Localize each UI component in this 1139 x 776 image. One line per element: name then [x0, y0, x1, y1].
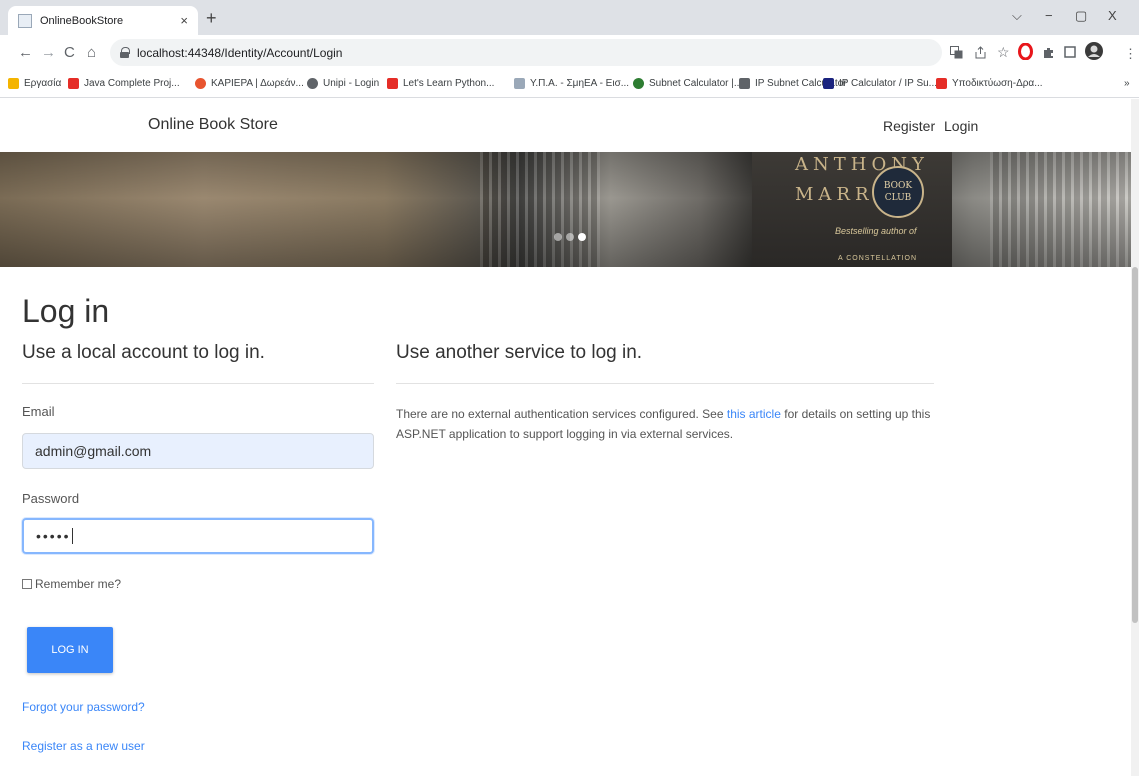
- browser-toolbar: ← → C ⌂ localhost:44348/Identity/Account…: [0, 35, 1139, 71]
- text-caret: [71, 528, 73, 544]
- extensions-icon[interactable]: [1042, 46, 1055, 62]
- bookmark-item[interactable]: Java Complete Proj...: [68, 78, 180, 89]
- profile-avatar-icon[interactable]: [1085, 42, 1103, 63]
- bookmark-label: Let's Learn Python...: [403, 78, 495, 89]
- seal-text: CLUB: [884, 193, 912, 203]
- globe-icon: [307, 78, 318, 89]
- divider: [396, 383, 934, 384]
- browser-tabstrip: OnlineBookStore × + ⌵ − ▢ X: [0, 0, 1139, 35]
- folder-icon: [8, 78, 19, 89]
- local-account-heading: Use a local account to log in.: [22, 342, 265, 363]
- brand-link[interactable]: Online Book Store: [148, 116, 278, 134]
- bookmark-label: Εργασία: [24, 78, 62, 89]
- address-bar[interactable]: localhost:44348/Identity/Account/Login: [110, 39, 942, 66]
- remember-me[interactable]: Remember me?: [22, 577, 121, 591]
- home-icon[interactable]: ⌂: [87, 44, 96, 61]
- forgot-password-link[interactable]: Forgot your password?: [22, 700, 145, 714]
- password-label: Password: [22, 491, 80, 506]
- external-text-part: There are no external authentication ser…: [396, 407, 727, 421]
- email-label: Email: [22, 404, 55, 419]
- ip-icon: [823, 78, 834, 89]
- tab-close-icon[interactable]: ×: [180, 13, 188, 28]
- external-login-heading: Use another service to log in.: [396, 342, 643, 363]
- browser-tab[interactable]: OnlineBookStore ×: [8, 6, 198, 35]
- book-club-seal: BOOK CLUB: [872, 166, 924, 218]
- minimize-icon[interactable]: −: [1045, 8, 1053, 23]
- bookmark-item[interactable]: Subnet Calculator |...: [633, 78, 742, 89]
- youtube-icon: [387, 78, 398, 89]
- banner-book-footer: A CONSTELLATION: [838, 255, 918, 262]
- forward-icon[interactable]: →: [41, 44, 56, 61]
- remember-checkbox[interactable]: [22, 579, 32, 589]
- login-nav-link[interactable]: Login: [944, 118, 978, 134]
- this-article-link[interactable]: this article: [727, 407, 781, 421]
- back-icon[interactable]: ←: [18, 44, 33, 61]
- close-window-icon[interactable]: X: [1108, 8, 1117, 23]
- calculator-icon: [739, 78, 750, 89]
- bookmark-label: Υ.Π.Α. - ΣμηΕΑ - Εισ...: [530, 78, 630, 89]
- share-icon[interactable]: [974, 46, 987, 62]
- bookmark-item[interactable]: Υ.Π.Α. - ΣμηΕΑ - Εισ...: [514, 78, 629, 89]
- bookmark-item[interactable]: Υποδικτύωση-Δρα...: [936, 78, 1043, 89]
- bookmark-label: IP Calculator / IP Su...: [839, 78, 938, 89]
- remember-label: Remember me?: [35, 577, 122, 591]
- youtube-icon: [68, 78, 79, 89]
- star-icon[interactable]: ☆: [997, 44, 1010, 61]
- bookmark-label: Java Complete Proj...: [84, 78, 180, 89]
- bookmark-item[interactable]: ΚΑΡΙΕΡΑ | Δωρεάν...: [195, 78, 304, 89]
- carousel-indicators: [554, 233, 586, 241]
- sidepanel-icon[interactable]: [1064, 46, 1076, 61]
- bookmarks-bar: Εργασία Java Complete Proj... ΚΑΡΙΕΡΑ | …: [0, 71, 1139, 98]
- youtube-icon: [936, 78, 947, 89]
- restore-icon[interactable]: ▢: [1075, 8, 1087, 24]
- bookmark-item[interactable]: Let's Learn Python...: [387, 78, 494, 89]
- carousel-dot[interactable]: [554, 233, 562, 241]
- new-tab-icon[interactable]: +: [206, 8, 217, 29]
- reload-icon[interactable]: C: [64, 44, 75, 61]
- bookmark-label: ΚΑΡΙΕΡΑ | Δωρεάν...: [211, 78, 304, 89]
- carousel-dot[interactable]: [566, 233, 574, 241]
- scrollbar-thumb[interactable]: [1132, 267, 1138, 623]
- tab-title: OnlineBookStore: [40, 14, 124, 27]
- opera-icon[interactable]: [1018, 42, 1033, 63]
- translate-icon[interactable]: [950, 46, 963, 62]
- login-button[interactable]: LOG IN: [27, 627, 113, 673]
- seal-text: BOOK: [883, 181, 913, 191]
- password-value: •••••: [36, 528, 71, 544]
- password-field[interactable]: •••••: [22, 518, 374, 554]
- banner-carousel[interactable]: [0, 152, 1131, 267]
- kariera-icon: [195, 78, 206, 89]
- bookmark-label: Subnet Calculator |...: [649, 78, 743, 89]
- lock-icon[interactable]: [120, 47, 130, 58]
- bookmarks-overflow-icon[interactable]: »: [1124, 78, 1130, 89]
- menu-icon[interactable]: ⋮: [1124, 46, 1137, 62]
- page-favicon-icon: [18, 13, 32, 28]
- site-navbar: Online Book Store Register Login: [0, 99, 1131, 152]
- bookmark-item[interactable]: IP Calculator / IP Su...: [823, 78, 937, 89]
- bookmark-item[interactable]: Unipi - Login: [307, 78, 379, 89]
- divider: [22, 383, 374, 384]
- page-scrollbar[interactable]: [1131, 99, 1139, 776]
- page-icon: [514, 78, 525, 89]
- register-nav-link[interactable]: Register: [883, 118, 935, 134]
- banner-shade: [0, 152, 1131, 267]
- page-title: Log in: [22, 293, 110, 329]
- subnet-icon: [633, 78, 644, 89]
- bookmark-label: Unipi - Login: [323, 78, 380, 89]
- bookmark-label: Υποδικτύωση-Δρα...: [952, 78, 1043, 89]
- carousel-dot-active[interactable]: [578, 233, 586, 241]
- email-value: admin@gmail.com: [35, 443, 152, 459]
- register-new-user-link[interactable]: Register as a new user: [22, 739, 145, 753]
- email-field[interactable]: admin@gmail.com: [22, 433, 374, 469]
- external-services-text: There are no external authentication ser…: [396, 404, 936, 444]
- tab-search-icon[interactable]: ⌵: [1012, 8, 1022, 24]
- banner-book-subtitle: Bestselling author of: [835, 226, 917, 236]
- url-text: localhost:44348/Identity/Account/Login: [137, 45, 343, 60]
- bookmark-item[interactable]: Εργασία: [8, 78, 61, 89]
